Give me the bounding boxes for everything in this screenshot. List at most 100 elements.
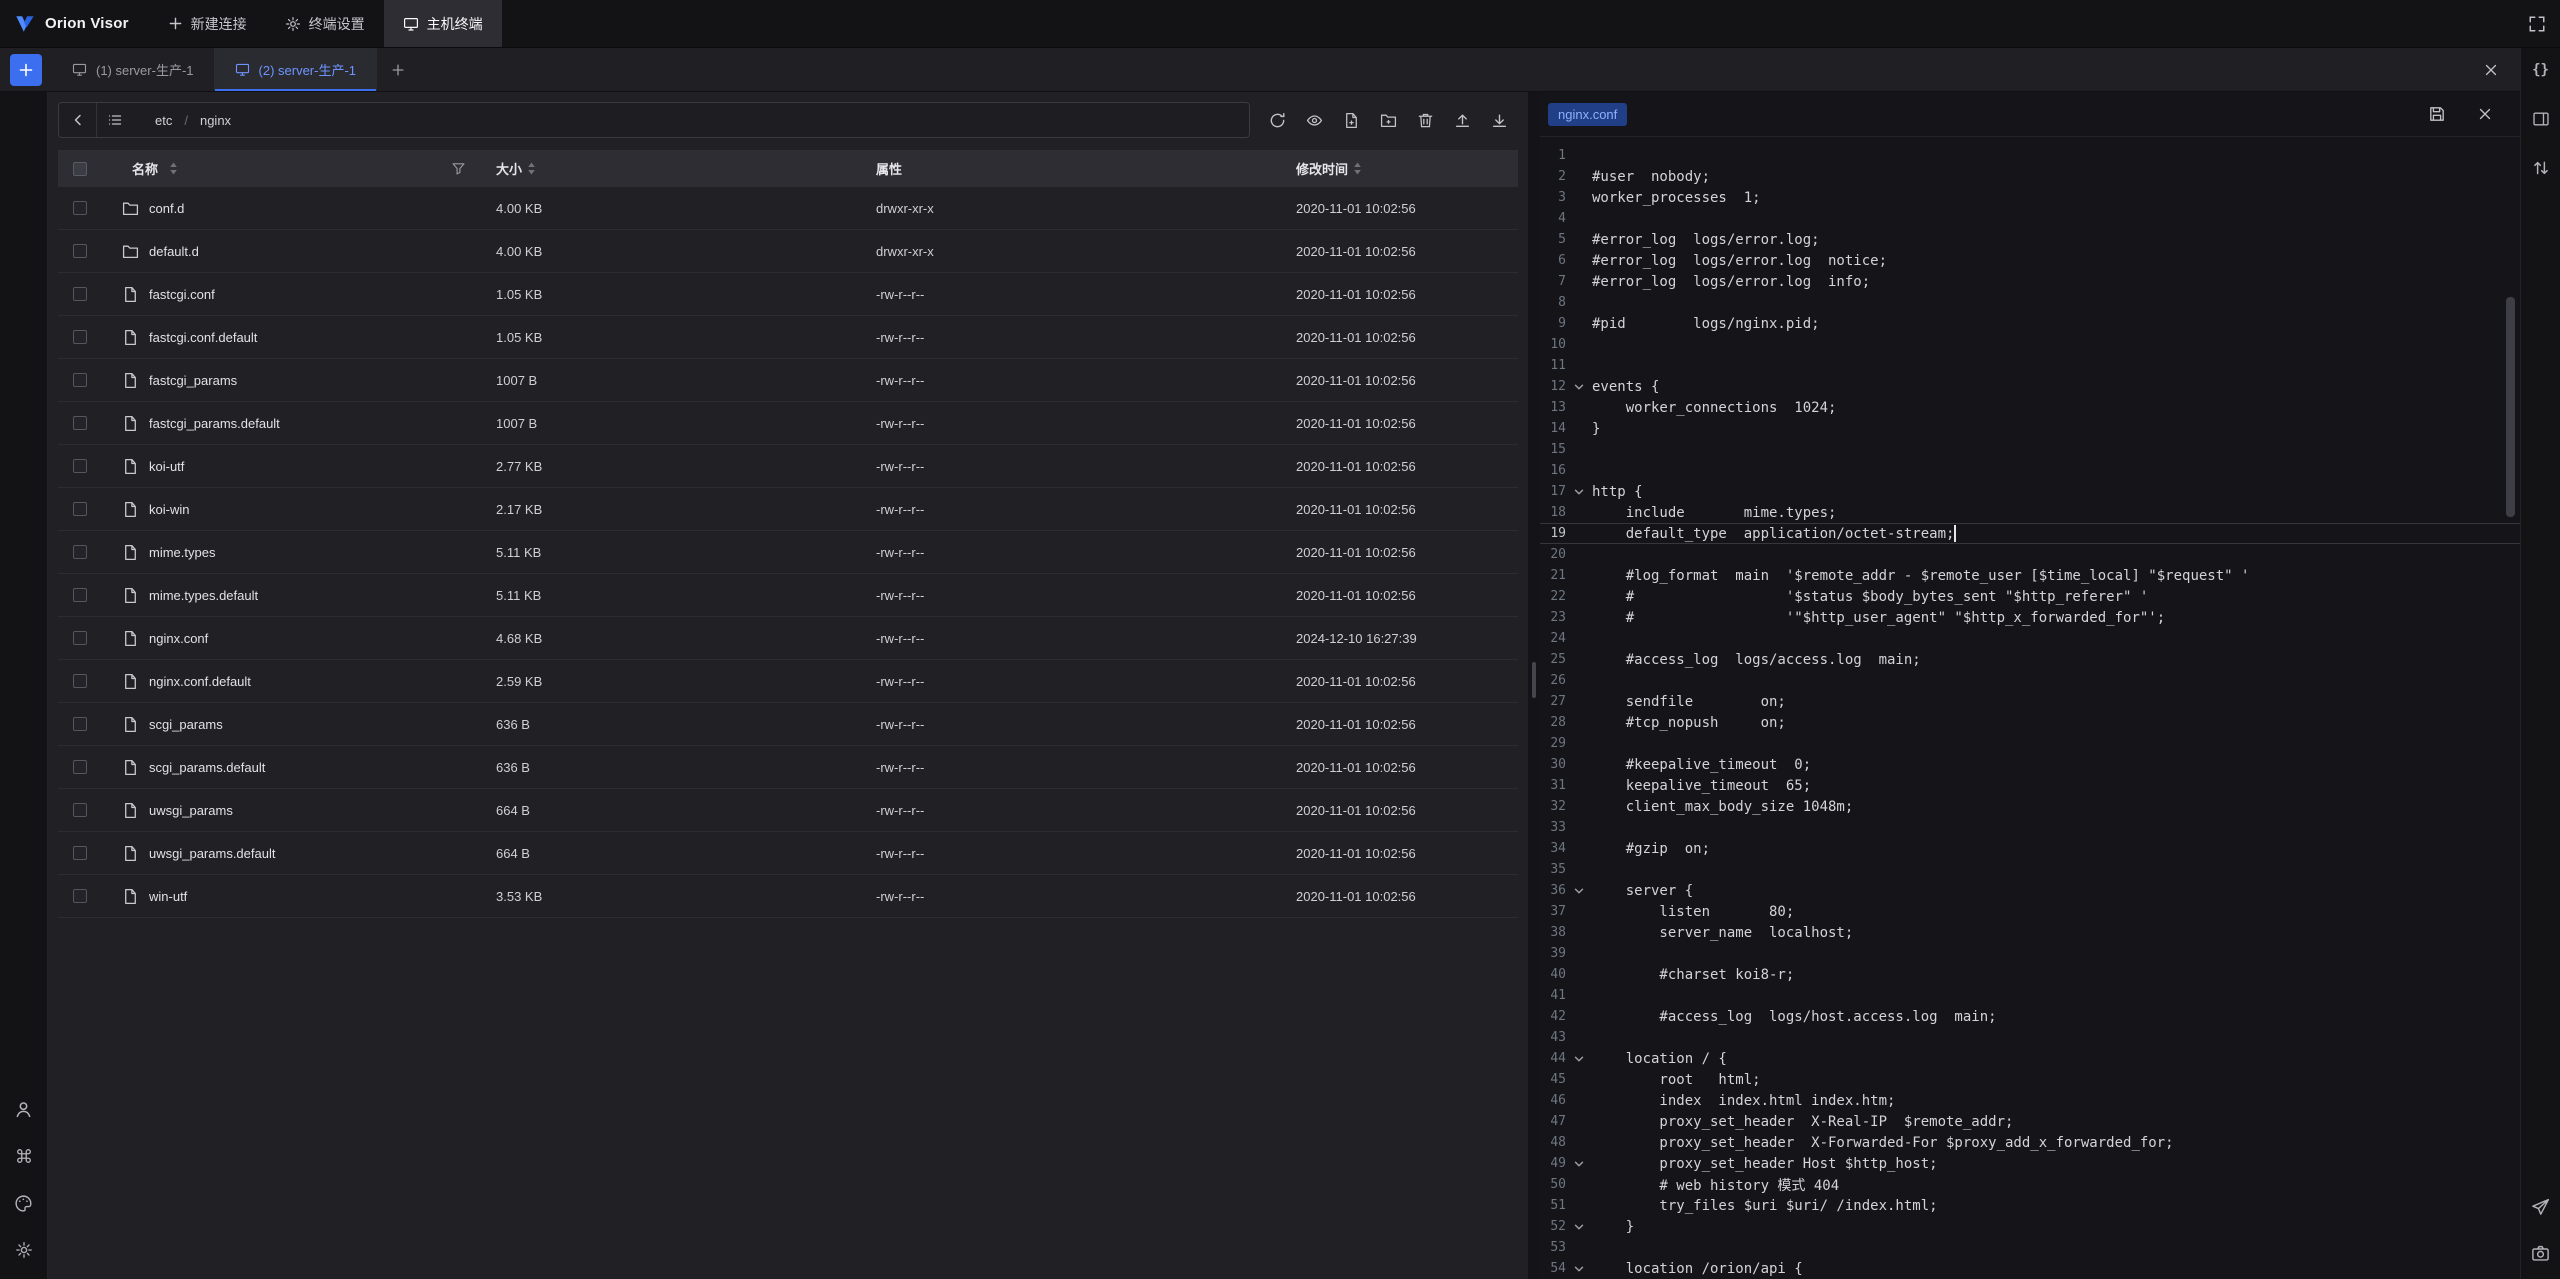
select-all-checkbox[interactable] <box>73 162 87 176</box>
sort-icon[interactable] <box>1353 161 1362 176</box>
code-line[interactable]: 9#pid logs/nginx.pid; <box>1540 313 2520 334</box>
file-name[interactable]: default.d <box>149 244 199 259</box>
toggle-panel-button[interactable] <box>2527 105 2555 133</box>
table-row[interactable]: mime.types5.11 KB-rw-r--r--2020-11-01 10… <box>58 531 1518 574</box>
file-name[interactable]: scgi_params.default <box>149 760 265 775</box>
file-name[interactable]: fastcgi_params.default <box>149 416 280 431</box>
theme-button[interactable] <box>10 1189 38 1217</box>
tab-server-1[interactable]: (1) server-生产-1 <box>52 48 215 91</box>
code-line[interactable]: 29 <box>1540 733 2520 754</box>
row-checkbox[interactable] <box>73 244 87 258</box>
code-line[interactable]: 22 # '$status $body_bytes_sent "$http_re… <box>1540 586 2520 607</box>
user-button[interactable] <box>10 1095 38 1123</box>
code-line[interactable]: 47 proxy_set_header X-Real-IP $remote_ad… <box>1540 1111 2520 1132</box>
table-row[interactable]: scgi_params.default636 B-rw-r--r--2020-1… <box>58 746 1518 789</box>
editor-close-button[interactable] <box>2470 99 2500 129</box>
menu-new-connection[interactable]: 新建连接 <box>149 0 266 47</box>
filter-icon[interactable] <box>451 161 466 176</box>
fold-chevron-icon[interactable] <box>1566 381 1592 393</box>
code-line[interactable]: 30 #keepalive_timeout 0; <box>1540 754 2520 775</box>
code-line[interactable]: 37 listen 80; <box>1540 901 2520 922</box>
file-tag[interactable]: nginx.conf <box>1548 103 1627 126</box>
code-line[interactable]: 10 <box>1540 334 2520 355</box>
file-name[interactable]: koi-win <box>149 502 189 517</box>
code-line[interactable]: 17http { <box>1540 481 2520 502</box>
show-hidden-button[interactable] <box>1299 105 1329 135</box>
code-line[interactable]: 50 # web history 模式 404 <box>1540 1174 2520 1195</box>
table-row[interactable]: nginx.conf.default2.59 KB-rw-r--r--2020-… <box>58 660 1518 703</box>
code-line[interactable]: 11 <box>1540 355 2520 376</box>
file-name[interactable]: win-utf <box>149 889 187 904</box>
code-line[interactable]: 12events { <box>1540 376 2520 397</box>
table-row[interactable]: uwsgi_params.default664 B-rw-r--r--2020-… <box>58 832 1518 875</box>
code-line[interactable]: 52 } <box>1540 1216 2520 1237</box>
code-line[interactable]: 31 keepalive_timeout 65; <box>1540 775 2520 796</box>
breadcrumb-item-etc[interactable]: etc <box>155 113 172 128</box>
code-line[interactable]: 23 # '"$http_user_agent" "$http_x_forwar… <box>1540 607 2520 628</box>
code-line[interactable]: 25 #access_log logs/access.log main; <box>1540 649 2520 670</box>
file-name[interactable]: mime.types.default <box>149 588 258 603</box>
fold-chevron-icon[interactable] <box>1566 486 1592 498</box>
code-line[interactable]: 18 include mime.types; <box>1540 502 2520 523</box>
file-name[interactable]: mime.types <box>149 545 215 560</box>
file-name[interactable]: fastcgi_params <box>149 373 237 388</box>
code-line[interactable]: 19 default_type application/octet-stream… <box>1540 523 2520 544</box>
table-row[interactable]: fastcgi_params1007 B-rw-r--r--2020-11-01… <box>58 359 1518 402</box>
table-row[interactable]: default.d4.00 KBdrwxr-xr-x2020-11-01 10:… <box>58 230 1518 273</box>
code-line[interactable]: 49 proxy_set_header Host $http_host; <box>1540 1153 2520 1174</box>
row-checkbox[interactable] <box>73 201 87 215</box>
row-checkbox[interactable] <box>73 287 87 301</box>
command-button[interactable] <box>10 1142 38 1170</box>
table-row[interactable]: koi-win2.17 KB-rw-r--r--2020-11-01 10:02… <box>58 488 1518 531</box>
row-checkbox[interactable] <box>73 416 87 430</box>
menu-terminal-settings[interactable]: 终端设置 <box>266 0 384 47</box>
file-name[interactable]: fastcgi.conf.default <box>149 330 257 345</box>
delete-button[interactable] <box>1410 105 1440 135</box>
code-line[interactable]: 43 <box>1540 1027 2520 1048</box>
row-checkbox[interactable] <box>73 545 87 559</box>
settings-button[interactable] <box>10 1236 38 1264</box>
fold-chevron-icon[interactable] <box>1566 885 1592 897</box>
code-line[interactable]: 36 server { <box>1540 880 2520 901</box>
code-line[interactable]: 24 <box>1540 628 2520 649</box>
download-button[interactable] <box>1484 105 1514 135</box>
panel-splitter[interactable] <box>1528 92 1540 1279</box>
table-row[interactable]: nginx.conf4.68 KB-rw-r--r--2024-12-10 16… <box>58 617 1518 660</box>
file-name[interactable]: uwsgi_params <box>149 803 233 818</box>
code-line[interactable]: 8 <box>1540 292 2520 313</box>
table-row[interactable]: koi-utf2.77 KB-rw-r--r--2020-11-01 10:02… <box>58 445 1518 488</box>
row-checkbox[interactable] <box>73 502 87 516</box>
back-button[interactable] <box>59 103 96 137</box>
code-line[interactable]: 51 try_files $uri $uri/ /index.html; <box>1540 1195 2520 1216</box>
fold-chevron-icon[interactable] <box>1566 1221 1592 1233</box>
code-line[interactable]: 15 <box>1540 439 2520 460</box>
code-line[interactable]: 14} <box>1540 418 2520 439</box>
menu-host-terminal[interactable]: 主机终端 <box>384 0 502 47</box>
screenshot-button[interactable] <box>2527 1239 2555 1267</box>
row-checkbox[interactable] <box>73 846 87 860</box>
fold-chevron-icon[interactable] <box>1566 1158 1592 1170</box>
table-row[interactable]: fastcgi.conf1.05 KB-rw-r--r--2020-11-01 … <box>58 273 1518 316</box>
save-button[interactable] <box>2422 99 2452 129</box>
code-line[interactable]: 21 #log_format main '$remote_addr - $rem… <box>1540 565 2520 586</box>
code-line[interactable]: 45 root html; <box>1540 1069 2520 1090</box>
fold-chevron-icon[interactable] <box>1566 1053 1592 1065</box>
code-line[interactable]: 41 <box>1540 985 2520 1006</box>
code-line[interactable]: 40 #charset koi8-r; <box>1540 964 2520 985</box>
editor-scrollbar[interactable] <box>2506 297 2515 517</box>
code-view-button[interactable]: {} <box>2527 56 2555 84</box>
code-line[interactable]: 39 <box>1540 943 2520 964</box>
refresh-button[interactable] <box>1262 105 1292 135</box>
file-name[interactable]: nginx.conf <box>149 631 208 646</box>
transfer-button[interactable] <box>2527 154 2555 182</box>
code-line[interactable]: 3worker_processes 1; <box>1540 187 2520 208</box>
tab-server-2[interactable]: (2) server-生产-1 <box>215 48 378 91</box>
code-line[interactable]: 1 <box>1540 145 2520 166</box>
code-line[interactable]: 27 sendfile on; <box>1540 691 2520 712</box>
code-line[interactable]: 5#error_log logs/error.log; <box>1540 229 2520 250</box>
column-name-label[interactable]: 名称 <box>132 159 158 178</box>
file-name[interactable]: koi-utf <box>149 459 184 474</box>
code-line[interactable]: 13 worker_connections 1024; <box>1540 397 2520 418</box>
table-row[interactable]: fastcgi_params.default1007 B-rw-r--r--20… <box>58 402 1518 445</box>
code-line[interactable]: 48 proxy_set_header X-Forwarded-For $pro… <box>1540 1132 2520 1153</box>
